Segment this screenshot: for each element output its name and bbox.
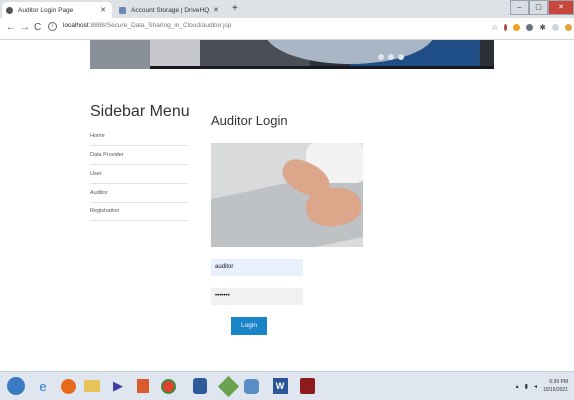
- start-orb-icon[interactable]: [6, 376, 26, 396]
- clock-time: 6:39 PM: [549, 379, 568, 385]
- url-path: :8888/Secure_Data_Sharing_in_Cloud/audit…: [88, 22, 232, 29]
- new-tab-button[interactable]: +: [232, 3, 238, 14]
- browser-tab-bar: Auditor Login Page ✕ Account Storage | D…: [0, 0, 574, 18]
- chrome-favicon-icon: [6, 6, 13, 14]
- word-icon[interactable]: W: [270, 376, 290, 396]
- tab-drivehq[interactable]: Account Storage | DriveHQ ✕: [115, 2, 225, 18]
- minimize-icon[interactable]: –: [510, 0, 529, 15]
- tab-auditor-login[interactable]: Auditor Login Page ✕: [2, 2, 112, 18]
- sidebar-item-home[interactable]: Home: [90, 127, 188, 146]
- username-field[interactable]: auditor: [211, 259, 303, 276]
- tab-title: Auditor Login Page: [18, 6, 74, 14]
- profile-avatar[interactable]: [552, 24, 559, 31]
- close-tab-icon[interactable]: ✕: [213, 6, 219, 14]
- extension-icon[interactable]: [504, 24, 508, 31]
- sidebar-item-auditor[interactable]: Auditor: [90, 184, 188, 203]
- forward-icon[interactable]: →: [20, 22, 30, 33]
- clock-date: 10/16/2021: [542, 387, 568, 393]
- network-icon[interactable]: ▮: [525, 383, 528, 390]
- back-icon[interactable]: ←: [6, 22, 16, 33]
- puzzle-icon[interactable]: ✱: [539, 23, 546, 32]
- window-controls: – ▢ ✕: [510, 0, 574, 15]
- sidebar-item-registration[interactable]: Registration: [90, 202, 188, 221]
- password-field[interactable]: •••••••: [211, 288, 303, 305]
- system-tray: ▴ ▮ ◂ 6:39 PM 10/16/2021: [516, 378, 568, 394]
- tray-arrow-icon[interactable]: ▴: [516, 383, 519, 390]
- chrome-icon[interactable]: [158, 376, 178, 396]
- extension-icon[interactable]: [526, 24, 534, 31]
- explorer-icon[interactable]: [82, 376, 102, 396]
- windows-taskbar: e ▶ W ▴ ▮ ◂ 6:39 PM 10/16/2021: [0, 371, 574, 400]
- paint-icon[interactable]: [217, 375, 239, 397]
- address-bar: ← → C i localhost:8888/Secure_Data_Sharin…: [0, 18, 574, 40]
- reload-icon[interactable]: C: [34, 22, 41, 33]
- filezilla-icon[interactable]: [297, 376, 317, 396]
- volume-icon[interactable]: ◂: [534, 383, 537, 390]
- page-title: Auditor Login: [211, 113, 288, 128]
- office-icon[interactable]: [133, 376, 153, 396]
- bookmark-star-icon[interactable]: ☆: [491, 23, 498, 32]
- info-icon[interactable]: i: [48, 22, 57, 31]
- close-tab-icon[interactable]: ✕: [100, 6, 106, 14]
- login-button[interactable]: Login: [231, 317, 267, 335]
- firefox-icon[interactable]: [58, 376, 78, 396]
- extension-icon[interactable]: [565, 24, 572, 31]
- ie-icon[interactable]: e: [33, 376, 53, 396]
- sidebar-item-user[interactable]: User: [90, 165, 188, 184]
- maximize-icon[interactable]: ▢: [529, 0, 548, 15]
- drivehq-favicon-icon: [119, 6, 126, 14]
- clock[interactable]: 6:39 PM 10/16/2021: [543, 378, 568, 394]
- typing-hands-image: [211, 143, 363, 247]
- url-field[interactable]: i localhost:8888/Secure_Data_Sharing_in_C…: [48, 22, 231, 31]
- close-window-icon[interactable]: ✕: [548, 0, 574, 15]
- extension-icon[interactable]: [513, 24, 521, 31]
- url-host: localhost: [63, 22, 89, 29]
- extensions-area: ☆ ✱: [491, 23, 572, 32]
- header-banner: [90, 40, 494, 69]
- tab-title: Account Storage | DriveHQ: [131, 6, 210, 14]
- media-player-icon[interactable]: ▶: [108, 376, 128, 396]
- app-icon[interactable]: [241, 376, 261, 396]
- vm-icon[interactable]: [190, 376, 210, 396]
- sidebar-item-data-provider[interactable]: Data Provider: [90, 146, 188, 165]
- sidebar-title: Sidebar Menu: [90, 103, 190, 120]
